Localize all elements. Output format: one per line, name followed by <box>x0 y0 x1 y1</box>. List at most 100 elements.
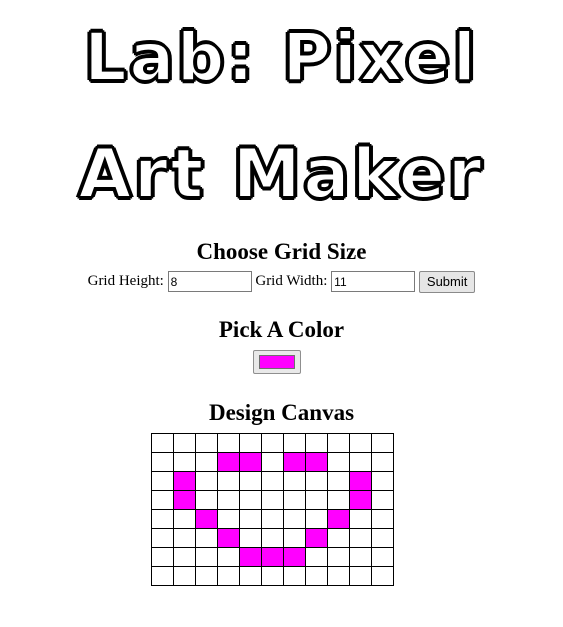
canvas-cell[interactable] <box>151 547 174 567</box>
grid-height-input[interactable] <box>167 271 252 293</box>
submit-button[interactable]: Submit <box>418 270 476 293</box>
canvas-cell[interactable] <box>217 547 240 567</box>
canvas-cell[interactable] <box>239 452 262 472</box>
canvas-cell[interactable] <box>261 528 284 548</box>
canvas-cell[interactable] <box>239 490 262 510</box>
canvas-cell[interactable] <box>283 433 306 453</box>
canvas-cell[interactable] <box>305 547 328 567</box>
canvas-cell[interactable] <box>173 566 196 586</box>
canvas-cell[interactable] <box>195 547 218 567</box>
canvas-cell[interactable] <box>151 433 174 453</box>
canvas-cell[interactable] <box>371 509 394 529</box>
canvas-cell[interactable] <box>349 509 372 529</box>
canvas-cell[interactable] <box>239 509 262 529</box>
canvas-cell[interactable] <box>283 490 306 510</box>
canvas-cell[interactable] <box>327 566 350 586</box>
canvas-cell[interactable] <box>173 509 196 529</box>
canvas-cell[interactable] <box>371 452 394 472</box>
canvas-cell[interactable] <box>349 433 372 453</box>
canvas-cell[interactable] <box>305 490 328 510</box>
canvas-cell[interactable] <box>151 471 174 491</box>
color-swatch <box>259 355 295 369</box>
canvas-cell[interactable] <box>327 471 350 491</box>
canvas-cell[interactable] <box>195 452 218 472</box>
canvas-cell[interactable] <box>173 433 196 453</box>
canvas-cell[interactable] <box>305 566 328 586</box>
canvas-cell[interactable] <box>283 566 306 586</box>
canvas-cell[interactable] <box>327 547 350 567</box>
canvas-cell[interactable] <box>305 509 328 529</box>
canvas-cell[interactable] <box>327 528 350 548</box>
canvas-cell[interactable] <box>151 566 174 586</box>
canvas-cell[interactable] <box>305 452 328 472</box>
canvas-cell[interactable] <box>195 471 218 491</box>
canvas-cell[interactable] <box>349 547 372 567</box>
canvas-cell[interactable] <box>261 490 284 510</box>
canvas-row <box>151 452 394 472</box>
canvas-cell[interactable] <box>261 566 284 586</box>
canvas-cell[interactable] <box>217 452 240 472</box>
canvas-cell[interactable] <box>195 566 218 586</box>
canvas-cell[interactable] <box>261 509 284 529</box>
canvas-cell[interactable] <box>305 528 328 548</box>
color-picker[interactable] <box>253 350 301 374</box>
canvas-row <box>151 509 394 529</box>
canvas-cell[interactable] <box>261 547 284 567</box>
canvas-cell[interactable] <box>371 528 394 548</box>
canvas-cell[interactable] <box>283 452 306 472</box>
canvas-cell[interactable] <box>283 547 306 567</box>
canvas-cell[interactable] <box>349 566 372 586</box>
grid-height-label: Grid Height: <box>87 273 164 289</box>
canvas-cell[interactable] <box>349 528 372 548</box>
canvas-cell[interactable] <box>195 433 218 453</box>
canvas-cell[interactable] <box>173 547 196 567</box>
canvas-cell[interactable] <box>239 528 262 548</box>
canvas-cell[interactable] <box>327 433 350 453</box>
canvas-cell[interactable] <box>217 471 240 491</box>
canvas-cell[interactable] <box>371 566 394 586</box>
canvas-cell[interactable] <box>349 490 372 510</box>
canvas-cell[interactable] <box>371 471 394 491</box>
canvas-cell[interactable] <box>195 528 218 548</box>
canvas-cell[interactable] <box>151 452 174 472</box>
canvas-cell[interactable] <box>261 471 284 491</box>
canvas-cell[interactable] <box>283 528 306 548</box>
grid-width-input[interactable] <box>331 271 416 293</box>
canvas-cell[interactable] <box>327 490 350 510</box>
canvas-cell[interactable] <box>217 528 240 548</box>
canvas-cell[interactable] <box>305 433 328 453</box>
canvas-cell[interactable] <box>261 452 284 472</box>
canvas-row <box>151 547 394 567</box>
canvas-cell[interactable] <box>239 566 262 586</box>
canvas-cell[interactable] <box>151 490 174 510</box>
canvas-cell[interactable] <box>349 452 372 472</box>
canvas-cell[interactable] <box>217 490 240 510</box>
canvas-cell[interactable] <box>239 547 262 567</box>
canvas-row <box>151 471 394 491</box>
pixel-canvas[interactable] <box>151 433 394 586</box>
canvas-cell[interactable] <box>173 490 196 510</box>
canvas-cell[interactable] <box>305 471 328 491</box>
grid-size-form: Grid Height: Grid Width: Submit <box>0 270 563 293</box>
canvas-cell[interactable] <box>173 452 196 472</box>
canvas-cell[interactable] <box>349 471 372 491</box>
canvas-cell[interactable] <box>327 509 350 529</box>
canvas-cell[interactable] <box>195 490 218 510</box>
canvas-cell[interactable] <box>173 528 196 548</box>
canvas-cell[interactable] <box>195 509 218 529</box>
canvas-cell[interactable] <box>371 547 394 567</box>
canvas-cell[interactable] <box>217 509 240 529</box>
canvas-cell[interactable] <box>239 433 262 453</box>
canvas-cell[interactable] <box>283 509 306 529</box>
canvas-cell[interactable] <box>239 471 262 491</box>
canvas-cell[interactable] <box>217 433 240 453</box>
canvas-cell[interactable] <box>327 452 350 472</box>
canvas-cell[interactable] <box>173 471 196 491</box>
canvas-cell[interactable] <box>371 433 394 453</box>
canvas-cell[interactable] <box>283 471 306 491</box>
canvas-cell[interactable] <box>217 566 240 586</box>
canvas-cell[interactable] <box>151 528 174 548</box>
canvas-cell[interactable] <box>151 509 174 529</box>
canvas-cell[interactable] <box>371 490 394 510</box>
canvas-cell[interactable] <box>261 433 284 453</box>
